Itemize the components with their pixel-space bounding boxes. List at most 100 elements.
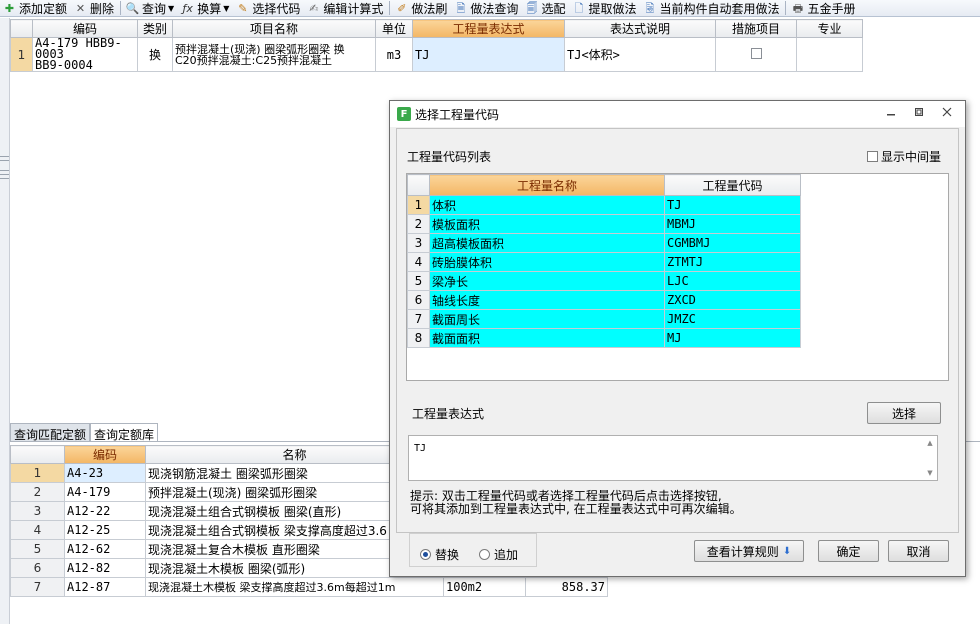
row-number[interactable]: 3 [10,501,65,521]
close-button[interactable] [933,103,961,121]
tab-quota-library[interactable]: 查询定额库 [90,423,159,442]
scroll-down-icon[interactable]: ▼ [927,469,932,477]
quantity-name-cell[interactable]: 超高模板面积 [429,233,665,253]
quantity-code-cell[interactable]: ZXCD [664,290,801,310]
grid-header-name[interactable]: 项目名称 [172,19,376,38]
row-number[interactable]: 2 [10,482,65,502]
select-button[interactable]: 选择 [867,402,941,424]
quantity-name-cell[interactable]: 截面周长 [429,309,665,329]
row-number[interactable]: 4 [10,520,65,540]
quantity-name-cell[interactable]: 梁净长 [429,271,665,291]
row-number[interactable]: 5 [407,271,430,291]
row-number[interactable]: 1 [10,37,33,72]
grid-header-specialty[interactable]: 专业 [796,19,863,38]
query-button[interactable]: 🔍 查询 ▼ [123,0,178,16]
code-header-name[interactable]: 工程量名称 [429,174,665,196]
lib-code-cell[interactable]: A12-87 [64,577,146,597]
quantity-code-cell[interactable]: CGMBMJ [664,233,801,253]
row-number[interactable]: 6 [10,558,65,578]
append-radio[interactable]: 追加 [479,546,518,563]
match-button[interactable]: 🗐 选配 [522,0,569,16]
method-query-button[interactable]: 🗎 做法查询 [451,0,522,16]
cancel-button[interactable]: 取消 [888,540,949,562]
list-item[interactable]: 4 砖胎膜体积 ZTMTJ [407,252,801,272]
expression-desc-cell[interactable]: TJ<体积> [564,37,716,72]
lib-price-cell[interactable]: 858.37 [525,577,608,597]
row-number[interactable]: 6 [407,290,430,310]
lib-code-cell[interactable]: A12-25 [64,520,146,540]
add-quota-button[interactable]: ✚ 添加定额 [0,0,71,16]
grid-header-measure[interactable]: 措施项目 [715,19,797,38]
row-number[interactable]: 5 [10,539,65,559]
quantity-name-cell[interactable]: 体积 [429,195,665,215]
list-item[interactable]: 1 体积 TJ [407,195,801,215]
lib-name-cell[interactable]: 现浇混凝土木模板 梁支撑高度超过3.6m每超过1m [145,577,444,597]
radio-checked[interactable] [420,549,431,560]
convert-button[interactable]: ƒx 换算 ▼ [178,0,233,16]
row-number[interactable]: 8 [407,328,430,348]
expression-cell[interactable]: TJ [412,37,565,72]
quantity-code-cell[interactable]: MBMJ [664,214,801,234]
grid-header-unit[interactable]: 单位 [375,19,413,38]
lib-header-code[interactable]: 编码 [64,445,146,464]
lib-code-cell[interactable]: A12-62 [64,539,146,559]
select-code-button[interactable]: ✎ 选择代码 [233,0,304,16]
quantity-code-cell[interactable]: JMZC [664,309,801,329]
row-number[interactable]: 7 [10,577,65,597]
specialty-cell[interactable] [796,37,863,72]
row-number[interactable]: 1 [407,195,430,215]
method-brush-button[interactable]: ✐ 做法刷 [392,0,451,16]
minimize-button[interactable] [877,103,905,121]
quantity-name-cell[interactable]: 截面面积 [429,328,665,348]
grid-header-expression-desc[interactable]: 表达式说明 [564,19,716,38]
quantity-code-cell[interactable]: LJC [664,271,801,291]
quantity-code-cell[interactable]: MJ [664,328,801,348]
delete-button[interactable]: ✕ 删除 [71,0,118,16]
lib-code-cell[interactable]: A4-179 [64,482,146,502]
measure-checkbox[interactable] [750,47,762,59]
scroll-up-icon[interactable]: ▲ [927,439,932,447]
dialog-titlebar[interactable]: F 选择工程量代码 [390,101,965,127]
measure-cell[interactable] [715,37,797,72]
name-cell[interactable]: 预拌混凝土(现浇) 圈梁弧形圈梁 换 C20预拌混凝土:C25预拌混凝土 [172,37,376,72]
lib-code-cell[interactable]: A4-23 [64,463,146,483]
edit-formula-button[interactable]: ✍ 编辑计算式 [304,0,387,16]
radio-unchecked[interactable] [479,549,490,560]
textarea-scrollbar[interactable]: ▲ ▼ [923,436,937,480]
row-number[interactable]: 7 [407,309,430,329]
tab-match-quota[interactable]: 查询匹配定额 [10,423,91,442]
type-cell[interactable]: 换 [137,37,173,72]
checkbox-box[interactable] [867,151,878,162]
code-cell[interactable]: A4-179 HBB9-0003 BB9-0004 [32,37,138,72]
row-number[interactable]: 4 [407,252,430,272]
extract-method-button[interactable]: 🗋 提取做法 [569,0,640,16]
quantity-code-cell[interactable]: ZTMTJ [664,252,801,272]
quantity-code-cell[interactable]: TJ [664,195,801,215]
grid-header-code[interactable]: 编码 [32,19,138,38]
code-header-code[interactable]: 工程量代码 [664,174,801,196]
list-item[interactable]: 7 截面周长 JMZC [407,309,801,329]
lib-code-cell[interactable]: A12-22 [64,501,146,521]
hardware-manual-button[interactable]: 🖶 五金手册 [788,0,859,16]
lib-unit-cell[interactable]: 100m2 [443,577,526,597]
row-number[interactable]: 3 [407,233,430,253]
list-item[interactable]: 3 超高模板面积 CGMBMJ [407,233,801,253]
list-item[interactable]: 5 梁净长 LJC [407,271,801,291]
lib-code-cell[interactable]: A12-82 [64,558,146,578]
replace-radio[interactable]: 替换 [420,546,459,563]
expression-textarea[interactable]: TJ ▲ ▼ [408,435,938,481]
table-row[interactable]: 1 A4-179 HBB9-0003 BB9-0004 换 预拌混凝土(现浇) … [10,37,863,72]
grid-header-expression[interactable]: 工程量表达式 [412,19,565,38]
unit-cell[interactable]: m3 [375,37,413,72]
row-number[interactable]: 2 [407,214,430,234]
maximize-button[interactable] [905,103,933,121]
auto-apply-button[interactable]: 🗟 当前构件自动套用做法 [640,0,783,16]
list-item[interactable]: 8 截面面积 MJ [407,328,801,348]
row-number[interactable]: 1 [10,463,65,483]
quantity-name-cell[interactable]: 砖胎膜体积 [429,252,665,272]
show-intermediate-checkbox[interactable]: 显示中间量 [867,148,941,165]
table-row[interactable]: 7 A12-87 现浇混凝土木模板 梁支撑高度超过3.6m每超过1m 100m2… [10,577,608,597]
view-calc-rules-button[interactable]: 查看计算规则 ⬇ [694,540,804,562]
list-item[interactable]: 2 模板面积 MBMJ [407,214,801,234]
ok-button[interactable]: 确定 [818,540,879,562]
